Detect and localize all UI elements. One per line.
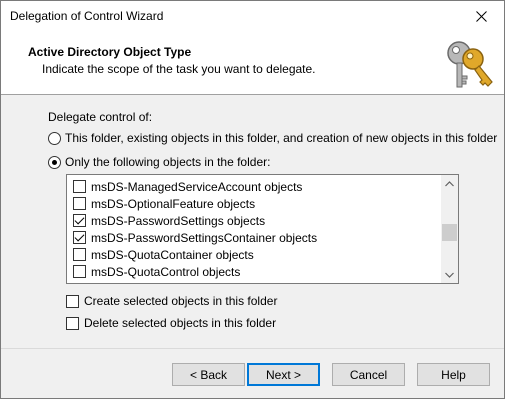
list-item-label: msDS-ManagedServiceAccount objects: [91, 179, 303, 194]
delegate-label: Delegate control of:: [48, 110, 153, 124]
create-objects-label: Create selected objects in this folder: [84, 294, 278, 308]
wizard-window: Delegation of Control Wizard Active Dire…: [0, 0, 505, 399]
radio-button[interactable]: [48, 131, 61, 145]
list-item-checkbox[interactable]: [73, 265, 86, 278]
chevron-up-icon: [445, 180, 454, 186]
close-button[interactable]: [458, 1, 504, 31]
keys-icon: [447, 41, 493, 88]
back-button[interactable]: < Back: [172, 363, 245, 386]
cancel-button[interactable]: Cancel: [332, 363, 405, 386]
header-subtitle: Indicate the scope of the task you want …: [42, 62, 316, 76]
scroll-thumb[interactable]: [442, 224, 457, 241]
delete-objects-label: Delete selected objects in this folder: [84, 316, 277, 330]
create-objects-checkbox[interactable]: [66, 294, 79, 308]
list-item[interactable]: msDS-PasswordSettings objects: [73, 212, 265, 229]
list-item-label: msDS-PasswordSettingsContainer objects: [91, 230, 318, 245]
next-button[interactable]: Next >: [247, 363, 320, 386]
window-title: Delegation of Control Wizard: [10, 9, 164, 23]
list-item-checkbox[interactable]: [73, 214, 86, 227]
radio-this-folder[interactable]: This folder, existing objects in this fo…: [48, 131, 497, 145]
list-item[interactable]: msDS-QuotaContainer objects: [73, 246, 254, 263]
list-item-label: msDS-OptionalFeature objects: [91, 196, 256, 211]
create-objects-option[interactable]: Create selected objects in this folder: [66, 294, 277, 308]
list-item-label: msDS-PasswordSettings objects: [91, 213, 266, 228]
list-item[interactable]: msDS-ManagedServiceAccount objects: [73, 178, 302, 195]
list-item[interactable]: msDS-OptionalFeature objects: [73, 195, 255, 212]
radio-following-objects-label: Only the following objects in the folder…: [65, 155, 271, 169]
scroll-down-button[interactable]: [441, 266, 458, 283]
radio-following-objects[interactable]: Only the following objects in the folder…: [48, 155, 270, 169]
list-item-checkbox[interactable]: [73, 248, 86, 261]
help-button[interactable]: Help: [417, 363, 490, 386]
list-item-label: msDS-QuotaContainer objects: [91, 247, 254, 262]
delete-objects-checkbox[interactable]: [66, 316, 79, 330]
list-item-label: msDS-QuotaControl objects: [91, 264, 241, 279]
header-title: Active Directory Object Type: [28, 45, 192, 59]
footer-divider: [1, 348, 504, 349]
scroll-up-button[interactable]: [441, 175, 458, 192]
list-item[interactable]: msDS-QuotaControl objects: [73, 263, 240, 280]
list-item-checkbox[interactable]: [73, 180, 86, 193]
radio-button-selected[interactable]: [48, 155, 61, 169]
list-scrollbar[interactable]: [441, 175, 458, 283]
list-item[interactable]: msDS-PasswordSettingsContainer objects: [73, 229, 317, 246]
radio-this-folder-label: This folder, existing objects in this fo…: [65, 131, 498, 145]
list-item-checkbox[interactable]: [73, 197, 86, 210]
title-bar: Delegation of Control Wizard: [1, 1, 504, 31]
delete-objects-option[interactable]: Delete selected objects in this folder: [66, 316, 276, 330]
chevron-down-icon: [445, 272, 454, 278]
list-item-checkbox[interactable]: [73, 231, 86, 244]
wizard-header: Active Directory Object Type Indicate th…: [1, 31, 504, 95]
object-type-list[interactable]: msDS-ManagedServiceAccount objects msDS-…: [66, 174, 459, 284]
close-icon: [475, 10, 487, 22]
